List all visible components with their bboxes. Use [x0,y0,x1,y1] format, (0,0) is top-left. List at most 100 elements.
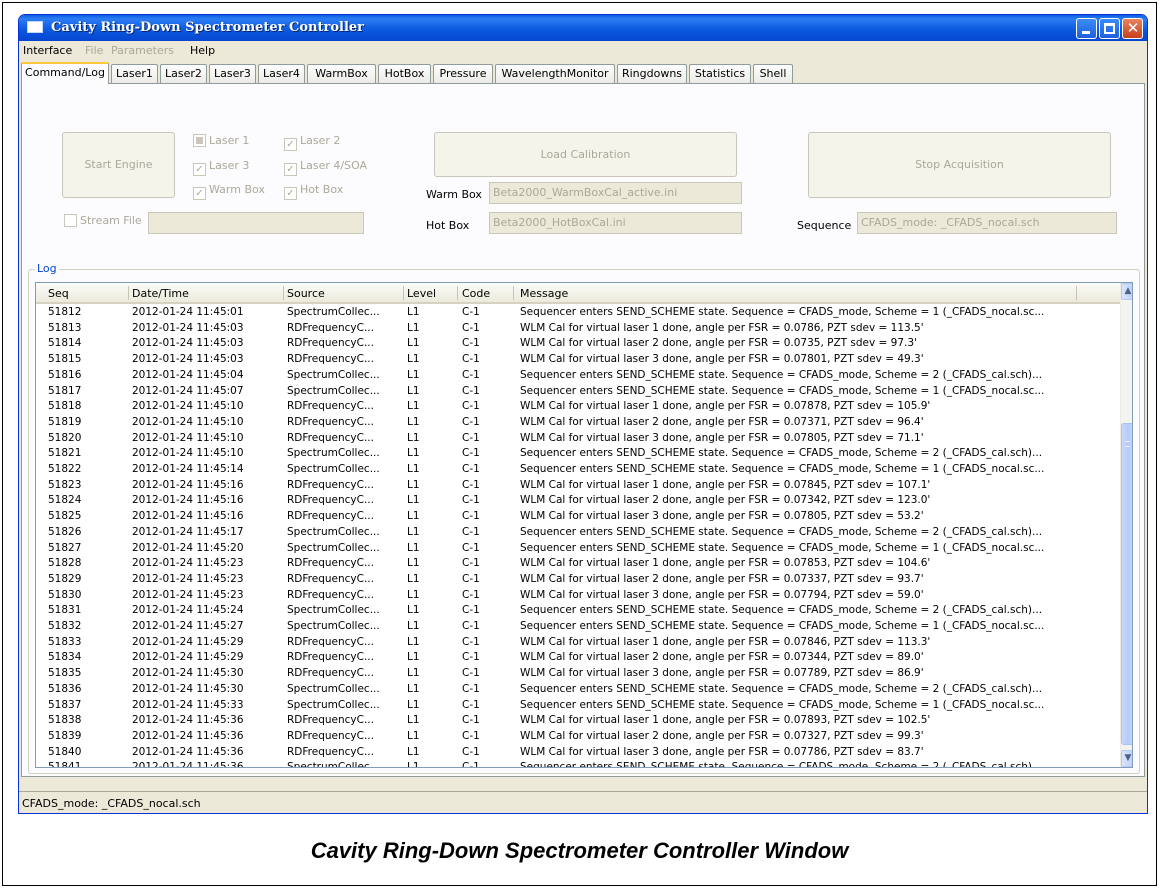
log-cell-level: L1 [407,478,420,491]
log-cell-code: C-1 [462,698,480,711]
column-header-datetime[interactable]: Date/Time [132,287,189,300]
table-row[interactable]: 51829 2012-01-24 11:45:23 RDFrequencyC... L… [36,572,1120,588]
warm-box-checkbox[interactable]: ✓ Warm Box [193,183,265,200]
log-cell-datetime: 2012-01-24 11:45:16 [132,510,244,523]
scroll-up-icon[interactable]: ▲ [1121,283,1132,300]
column-divider[interactable] [403,286,404,300]
log-cell-message: Sequencer enters SEND_SCHEME state. Sequ… [520,368,1043,381]
table-row[interactable]: 51825 2012-01-24 11:45:16 RDFrequencyC... L… [36,509,1120,525]
scrollbar-thumb[interactable] [1121,423,1132,745]
table-row[interactable]: 51823 2012-01-24 11:45:16 RDFrequencyC... L… [36,478,1120,494]
table-row[interactable]: 51833 2012-01-24 11:45:29 RDFrequencyC... L… [36,635,1120,651]
table-row[interactable]: 51836 2012-01-24 11:45:30 SpectrumCollec..… [36,682,1120,698]
maximize-button[interactable] [1099,18,1120,39]
log-cell-source: SpectrumCollec... [287,541,380,554]
stream-file-field[interactable] [148,212,364,234]
column-divider[interactable] [513,286,514,300]
table-row[interactable]: 51828 2012-01-24 11:45:23 RDFrequencyC... L… [36,556,1120,572]
hot-box-cal-field[interactable]: Beta2000_HotBoxCal.ini [489,212,742,234]
tab-shell[interactable]: Shell [753,64,793,83]
table-row[interactable]: 51838 2012-01-24 11:45:36 RDFrequencyC... L… [36,713,1120,729]
table-row[interactable]: 51815 2012-01-24 11:45:03 RDFrequencyC... L… [36,352,1120,368]
log-cell-datetime: 2012-01-24 11:45:03 [132,353,244,366]
table-row[interactable]: 51821 2012-01-24 11:45:10 SpectrumCollec..… [36,446,1120,462]
load-calibration-button[interactable]: Load Calibration [434,132,737,177]
table-row[interactable]: 51819 2012-01-24 11:45:10 RDFrequencyC... L… [36,415,1120,431]
log-cell-code: C-1 [462,368,480,381]
menu-parameters[interactable]: Parameters [111,44,174,57]
tab-laser3[interactable]: Laser3 [209,64,256,83]
menu-help[interactable]: Help [190,44,215,57]
table-row[interactable]: 51818 2012-01-24 11:45:10 RDFrequencyC... L… [36,399,1120,415]
tab-laser4[interactable]: Laser4 [258,64,305,83]
warm-box-cal-field[interactable]: Beta2000_WarmBoxCal_active.ini [489,182,742,204]
table-row[interactable]: 51822 2012-01-24 11:45:14 SpectrumCollec..… [36,462,1120,478]
tab-pressure[interactable]: Pressure [433,64,493,83]
table-row[interactable]: 51840 2012-01-24 11:45:36 RDFrequencyC... L… [36,745,1120,761]
table-row[interactable]: 51832 2012-01-24 11:45:27 SpectrumCollec..… [36,619,1120,635]
tab-wavelength-monitor[interactable]: WavelengthMonitor [495,64,615,83]
log-cell-level: L1 [407,745,420,758]
log-list[interactable]: Seq Date/Time Source Level Code Message … [35,282,1133,768]
scrollbar-grip-icon [1125,441,1130,447]
table-row[interactable]: 51813 2012-01-24 11:45:03 RDFrequencyC... L… [36,321,1120,337]
title-bar[interactable]: Cavity Ring-Down Spectrometer Controller… [19,15,1147,41]
column-header-message[interactable]: Message [520,287,568,300]
stop-acquisition-button[interactable]: Stop Acquisition [808,132,1111,198]
scroll-down-icon[interactable]: ▼ [1121,750,1132,767]
minimize-button[interactable] [1076,18,1097,39]
hot-box-checkbox-label: Hot Box [300,183,344,196]
log-cell-code: C-1 [462,588,480,601]
column-divider[interactable] [457,286,458,300]
stream-file-checkbox[interactable]: Stream File [64,214,142,227]
tab-statistics[interactable]: Statistics [689,64,751,83]
tab-command-log[interactable]: Command/Log [21,62,109,84]
tab-warmbox[interactable]: WarmBox [307,64,376,83]
table-row[interactable]: 51814 2012-01-24 11:45:03 RDFrequencyC... L… [36,336,1120,352]
log-cell-level: L1 [407,431,420,444]
log-cell-code: C-1 [462,337,480,350]
log-cell-level: L1 [407,698,420,711]
tab-laser1[interactable]: Laser1 [111,64,158,83]
table-row[interactable]: 51830 2012-01-24 11:45:23 RDFrequencyC... L… [36,588,1120,604]
table-row[interactable]: 51826 2012-01-24 11:45:17 SpectrumCollec..… [36,525,1120,541]
menu-interface[interactable]: Interface [23,44,72,57]
tab-hotbox[interactable]: HotBox [378,64,431,83]
table-row[interactable]: 51831 2012-01-24 11:45:24 SpectrumCollec..… [36,603,1120,619]
start-engine-button[interactable]: Start Engine [62,132,175,198]
column-header-source[interactable]: Source [287,287,325,300]
table-row[interactable]: 51827 2012-01-24 11:45:20 SpectrumCollec..… [36,541,1120,557]
menu-bar: Interface File Parameters Help [19,41,1147,60]
laser3-checkbox[interactable]: ✓ Laser 3 [193,159,249,176]
table-row[interactable]: 51817 2012-01-24 11:45:07 SpectrumCollec..… [36,384,1120,400]
column-divider[interactable] [283,286,284,300]
tab-laser2[interactable]: Laser2 [160,64,207,83]
table-row[interactable]: 51839 2012-01-24 11:45:36 RDFrequencyC... L… [36,729,1120,745]
log-cell-message: Sequencer enters SEND_SCHEME state. Sequ… [520,463,1045,475]
column-header-seq[interactable]: Seq [48,287,69,300]
log-cell-source: RDFrequencyC... [287,353,374,366]
log-vertical-scrollbar[interactable]: ▲ ▼ [1120,283,1132,767]
column-divider[interactable] [128,286,129,300]
table-row[interactable]: 51841 2012-01-24 11:45:36 SpectrumCollec..… [36,760,1120,767]
table-row[interactable]: 51837 2012-01-24 11:45:33 SpectrumCollec..… [36,698,1120,714]
log-cell-code: C-1 [462,306,480,318]
hot-box-checkbox[interactable]: ✓ Hot Box [284,183,343,200]
table-row[interactable]: 51812 2012-01-24 11:45:01 SpectrumCollec..… [36,305,1120,321]
laser1-checkbox[interactable]: Laser 1 [193,134,249,147]
table-row[interactable]: 51816 2012-01-24 11:45:04 SpectrumCollec..… [36,368,1120,384]
table-row[interactable]: 51835 2012-01-24 11:45:30 RDFrequencyC... L… [36,666,1120,682]
table-row[interactable]: 51820 2012-01-24 11:45:10 RDFrequencyC... L… [36,431,1120,447]
laser4-soa-checkbox[interactable]: ✓ Laser 4/SOA [284,159,367,176]
tab-ringdowns[interactable]: Ringdowns [617,64,687,83]
menu-file[interactable]: File [85,44,103,57]
laser2-checkbox[interactable]: ✓ Laser 2 [284,134,340,151]
sequence-field[interactable]: CFADS_mode: _CFADS_nocal.sch [857,212,1117,234]
column-divider[interactable] [1076,286,1077,300]
log-cell-message: WLM Cal for virtual laser 1 done, angle … [520,557,931,570]
close-button[interactable]: ✕ [1122,18,1143,39]
table-row[interactable]: 51824 2012-01-24 11:45:16 RDFrequencyC... L… [36,493,1120,509]
column-header-level[interactable]: Level [407,287,436,300]
column-header-code[interactable]: Code [462,287,490,300]
table-row[interactable]: 51834 2012-01-24 11:45:29 RDFrequencyC... L… [36,650,1120,666]
